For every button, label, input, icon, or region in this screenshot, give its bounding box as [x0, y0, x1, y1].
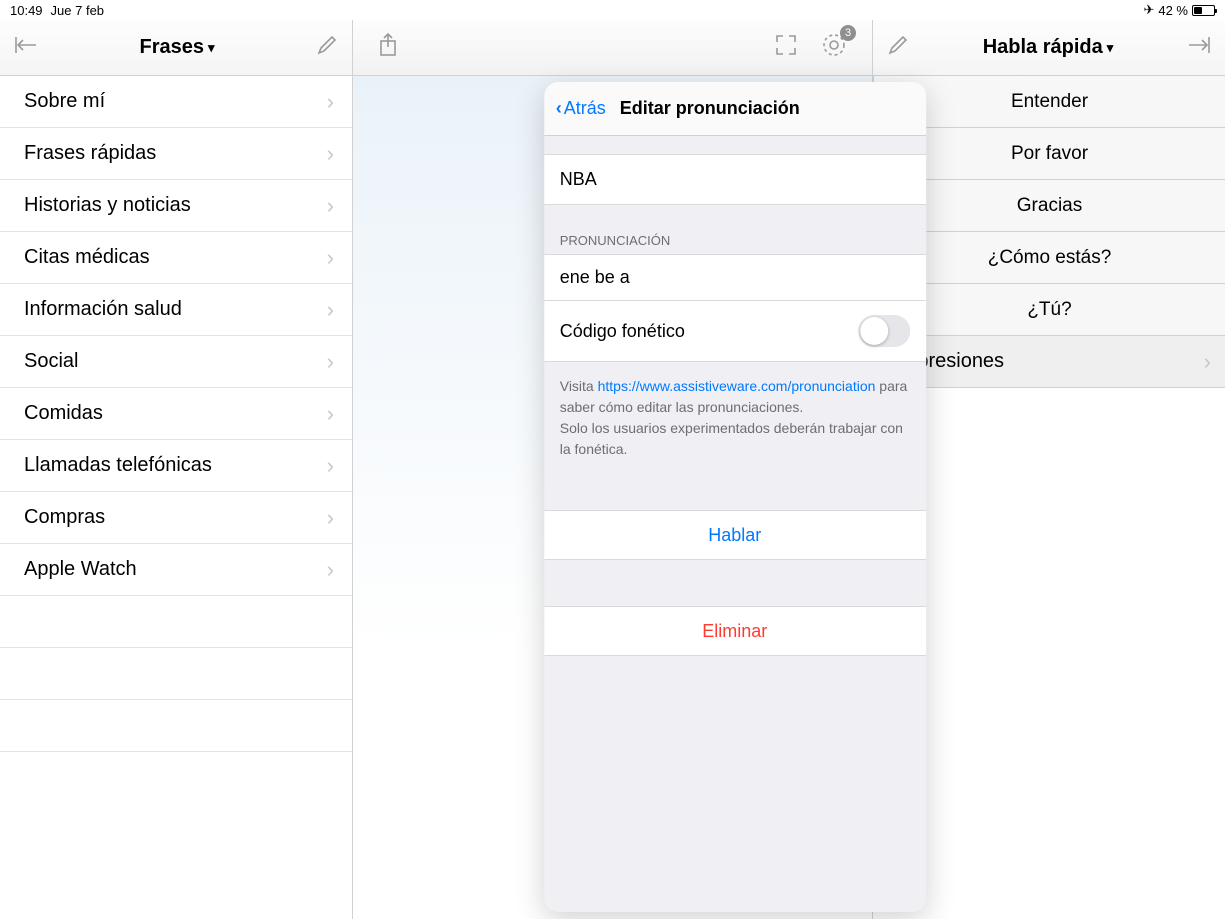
- fullscreen-icon[interactable]: [774, 33, 798, 62]
- edit-pronunciation-popover: ‹ Atrás Editar pronunciación NBA PRONUNC…: [544, 82, 926, 912]
- chevron-right-icon: ›: [327, 141, 334, 167]
- quick-phrase-label: Gracias: [1017, 195, 1082, 217]
- gear-badge: 3: [840, 25, 856, 41]
- edit-icon[interactable]: [316, 34, 338, 61]
- edit-icon[interactable]: [887, 34, 909, 61]
- quick-phrase-label: ¿Tú?: [1027, 299, 1071, 321]
- settings-button[interactable]: 3: [820, 31, 848, 64]
- quick-phrase-label: ¿Cómo estás?: [988, 247, 1112, 269]
- chevron-right-icon: ›: [327, 505, 334, 531]
- popover-title: Editar pronunciación: [620, 98, 800, 119]
- collapse-right-icon[interactable]: [1187, 35, 1211, 60]
- list-item-label: Citas médicas: [24, 246, 150, 269]
- list-item[interactable]: Sobre mí ›: [0, 76, 352, 128]
- list-item[interactable]: Llamadas telefónicas ›: [0, 440, 352, 492]
- right-panel: Habla rápida ▾ Entender Por favor Gracias ¿…: [873, 20, 1225, 919]
- status-bar: 10:49 Jue 7 feb ✈︎ 42 %: [0, 0, 1225, 20]
- right-list: Entender Por favor Gracias ¿Cómo estás? ¿Tú?…: [873, 76, 1225, 919]
- list-item-label: Compras: [24, 506, 105, 529]
- battery-percent: 42 %: [1158, 3, 1188, 18]
- quick-phrase-item[interactable]: ¿Cómo estás?: [873, 232, 1225, 284]
- speak-label: Hablar: [708, 525, 761, 546]
- left-panel: Frases ▾ Sobre mí›Frases rápidas›Histori…: [0, 20, 353, 919]
- note-prefix: Visita: [560, 378, 598, 394]
- list-item[interactable]: Citas médicas ›: [0, 232, 352, 284]
- empty-row: [0, 596, 352, 648]
- caret-down-icon: ▾: [208, 40, 215, 56]
- chevron-right-icon: ›: [327, 401, 334, 427]
- chevron-right-icon: ›: [327, 297, 334, 323]
- quick-phrase-label: Entender: [1011, 91, 1088, 113]
- left-list: Sobre mí›Frases rápidas›Historias y noti…: [0, 76, 352, 919]
- phonetic-code-switch[interactable]: [858, 315, 910, 347]
- pronunciation-input[interactable]: [560, 267, 910, 288]
- phonetic-code-row: Código fonético: [544, 301, 926, 362]
- list-item[interactable]: Compras ›: [0, 492, 352, 544]
- word-cell[interactable]: NBA: [544, 154, 926, 205]
- note-line2: Solo los usuarios experimentados deberán…: [560, 420, 903, 457]
- empty-row: [0, 648, 352, 700]
- right-title-label: Habla rápida: [983, 36, 1103, 59]
- popover-header: ‹ Atrás Editar pronunciación: [544, 82, 926, 136]
- list-item-label: Sobre mí: [24, 90, 105, 113]
- collapse-left-icon[interactable]: [14, 35, 38, 60]
- chevron-right-icon: ›: [327, 453, 334, 479]
- quick-phrase-item[interactable]: Gracias: [873, 180, 1225, 232]
- back-button[interactable]: ‹ Atrás: [556, 98, 606, 119]
- quick-phrase-label: Por favor: [1011, 143, 1088, 165]
- status-date: Jue 7 feb: [51, 3, 105, 18]
- speak-button[interactable]: Hablar: [544, 510, 926, 560]
- back-label: Atrás: [564, 98, 606, 119]
- battery-icon: [1192, 5, 1215, 16]
- list-item[interactable]: Apple Watch ›: [0, 544, 352, 596]
- share-icon[interactable]: [377, 32, 399, 63]
- list-item-label: Llamadas telefónicas: [24, 454, 212, 477]
- list-item[interactable]: Frases rápidas ›: [0, 128, 352, 180]
- airplane-icon: ✈︎: [1143, 2, 1154, 18]
- chevron-right-icon: ›: [327, 245, 334, 271]
- list-item[interactable]: Comidas ›: [0, 388, 352, 440]
- delete-label: Eliminar: [702, 621, 767, 642]
- chevron-left-icon: ‹: [556, 98, 562, 119]
- list-item-label: Apple Watch: [24, 558, 137, 581]
- list-item-label: Historias y noticias: [24, 194, 191, 217]
- quick-phrase-item[interactable]: Entender: [873, 76, 1225, 128]
- list-item-label: Información salud: [24, 298, 182, 321]
- left-title-label: Frases: [139, 36, 204, 59]
- pronunciation-input-cell[interactable]: [544, 254, 926, 301]
- chevron-right-icon: ›: [1204, 349, 1211, 375]
- chevron-right-icon: ›: [327, 557, 334, 583]
- list-item[interactable]: Social ›: [0, 336, 352, 388]
- word-value: NBA: [560, 169, 597, 190]
- list-item[interactable]: Historias y noticias ›: [0, 180, 352, 232]
- pronunciation-section-label: PRONUNCIACIÓN: [544, 205, 926, 254]
- chevron-right-icon: ›: [327, 349, 334, 375]
- help-link[interactable]: https://www.assistiveware.com/pronunciat…: [598, 378, 876, 394]
- list-item[interactable]: Información salud ›: [0, 284, 352, 336]
- right-header: Habla rápida ▾: [873, 20, 1225, 76]
- list-item-label: Comidas: [24, 402, 103, 425]
- expresiones-row[interactable]: Expresiones›: [873, 336, 1225, 388]
- chevron-right-icon: ›: [327, 193, 334, 219]
- mid-panel: 3 ‹ Atrás Editar pronunciación NBA PRONU…: [353, 20, 873, 919]
- status-time: 10:49: [10, 3, 43, 18]
- list-item-label: Social: [24, 350, 78, 373]
- left-title-dropdown[interactable]: Frases ▾: [139, 36, 214, 59]
- mid-toolbar: 3: [353, 20, 872, 76]
- delete-button[interactable]: Eliminar: [544, 606, 926, 656]
- quick-phrase-item[interactable]: ¿Tú?: [873, 284, 1225, 336]
- chevron-right-icon: ›: [327, 89, 334, 115]
- caret-down-icon: ▾: [1107, 40, 1114, 56]
- phonetic-code-label: Código fonético: [560, 321, 685, 342]
- empty-row: [0, 700, 352, 752]
- right-title-dropdown[interactable]: Habla rápida ▾: [983, 36, 1114, 59]
- quick-phrase-item[interactable]: Por favor: [873, 128, 1225, 180]
- pronunciation-help-note: Visita https://www.assistiveware.com/pro…: [544, 362, 926, 480]
- left-header: Frases ▾: [0, 20, 352, 76]
- list-item-label: Frases rápidas: [24, 142, 156, 165]
